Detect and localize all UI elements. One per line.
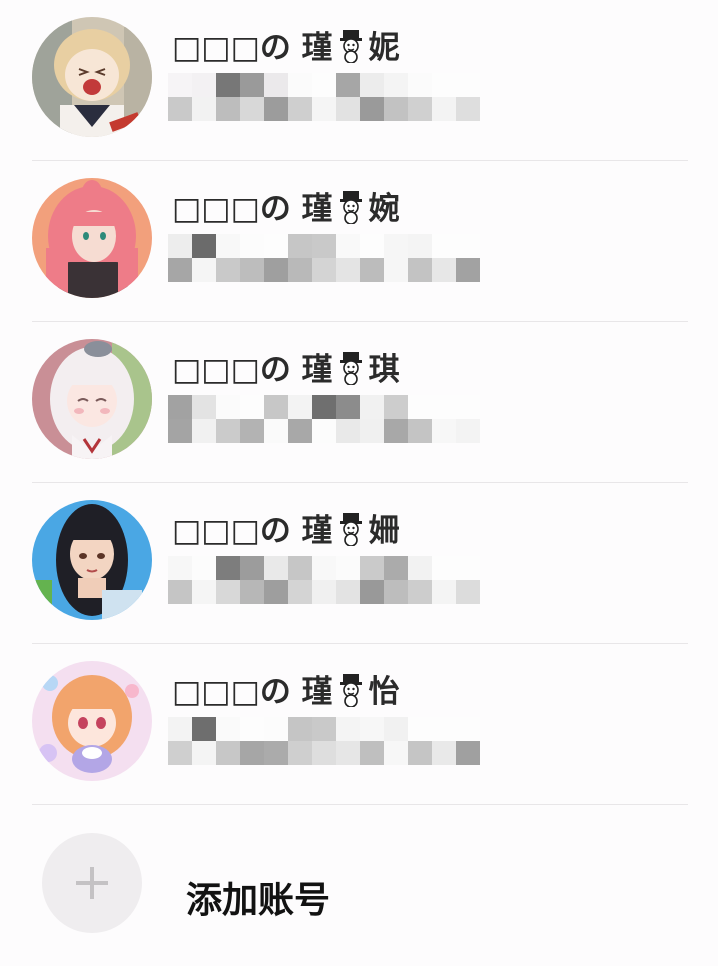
anime-avatar-white-hair-girl-icon	[32, 339, 152, 459]
account-name: □□□の 瑾姍	[172, 505, 400, 550]
anime-avatar-pink-hair-girl-icon	[32, 178, 152, 298]
account-item[interactable]: □□□の 瑾婉	[0, 161, 718, 322]
account-name: □□□の 瑾琪	[172, 344, 400, 389]
account-name: □□□の 瑾妮	[172, 22, 400, 67]
account-name-suffix: 妮	[368, 30, 400, 66]
account-name-suffix: 琪	[368, 352, 400, 388]
masked-account-detail	[168, 97, 480, 121]
account-name-suffix: 怡	[368, 674, 400, 710]
account-name: □□□の 瑾怡	[172, 666, 400, 711]
masked-account-detail	[168, 419, 480, 443]
account-name-prefix: □□□の 瑾	[172, 30, 333, 66]
account-list: □□□の 瑾妮 □□□の 瑾婉 □□□の 瑾 琪 □□□の 瑾 姍 □□□の 瑾…	[0, 0, 718, 805]
plus-icon	[42, 833, 142, 933]
account-name-prefix: □□□の 瑾	[172, 352, 333, 388]
add-account-label: 添加账号	[186, 880, 331, 921]
account-name-prefix: □□□の 瑾	[172, 513, 333, 549]
anime-avatar-dark-hair-girl-icon	[32, 500, 152, 620]
account-item[interactable]: □□□の 瑾琪	[0, 322, 718, 483]
account-item[interactable]: □□□の 瑾姍	[0, 483, 718, 644]
account-name-prefix: □□□の 瑾	[172, 674, 333, 710]
account-name-suffix: 姍	[368, 513, 400, 549]
masked-account-detail	[168, 258, 480, 282]
masked-account-detail	[168, 234, 480, 258]
anime-avatar-blonde-girl-icon	[32, 17, 152, 137]
masked-account-detail	[168, 556, 480, 580]
plus-vertical-bar	[90, 867, 94, 899]
add-account-button[interactable]: 添加账号	[0, 805, 718, 966]
masked-account-detail	[168, 395, 480, 419]
account-item[interactable]: □□□の 瑾妮	[0, 0, 718, 161]
snowman-icon	[339, 513, 362, 546]
masked-account-detail	[168, 717, 480, 741]
account-item[interactable]: □□□の 瑾怡	[0, 644, 718, 805]
snowman-icon	[339, 30, 362, 63]
snowman-icon	[339, 352, 362, 385]
snowman-icon	[339, 191, 362, 224]
masked-account-detail	[168, 741, 480, 765]
masked-account-detail	[168, 580, 480, 604]
account-name: □□□の 瑾婉	[172, 183, 400, 228]
anime-avatar-orange-hair-girl-icon	[32, 661, 152, 781]
snowman-icon	[339, 674, 362, 707]
account-name-prefix: □□□の 瑾	[172, 191, 333, 227]
account-name-suffix: 婉	[368, 191, 400, 227]
masked-account-detail	[168, 73, 480, 97]
